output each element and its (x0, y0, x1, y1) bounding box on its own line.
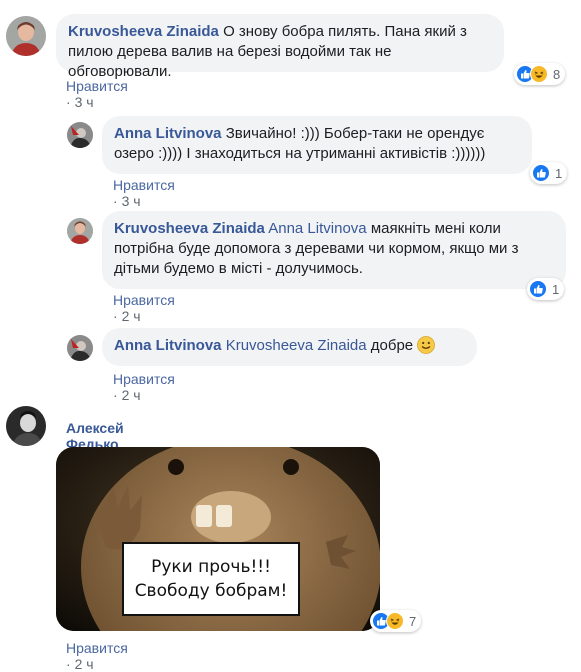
comment-author[interactable]: Kruvosheeva Zinaida (114, 220, 265, 237)
comment-timestamp[interactable]: 3 ч (75, 94, 94, 110)
haha-icon (530, 65, 548, 83)
mention-link[interactable]: Kruvosheeva Zinaida (226, 337, 367, 354)
comment-bubble: Kruvosheeva Zinaida Anna Litvinova маякн… (102, 211, 566, 289)
comment-author[interactable]: Anna Litvinova (114, 125, 222, 142)
comment-timestamp[interactable]: 3 ч (122, 193, 141, 209)
like-link[interactable]: Нравится (113, 371, 175, 387)
reaction-summary[interactable]: 7 (370, 610, 422, 632)
like-icon (529, 280, 547, 298)
image-caption: Руки прочь!!! Свободу бобрам! (122, 542, 300, 616)
like-link[interactable]: Нравится (66, 78, 128, 94)
reaction-summary[interactable]: 8 (514, 63, 566, 85)
avatar-anna-litvinova[interactable] (67, 122, 93, 148)
comment-author[interactable]: Anna Litvinova (114, 337, 222, 354)
avatar-kruvosheeva-zinaida[interactable] (6, 16, 46, 56)
comment-actions: Нравится · 2 ч (113, 371, 175, 403)
comment-actions: Нравится · 2 ч (113, 292, 175, 324)
reaction-count: 1 (555, 165, 563, 181)
like-link[interactable]: Нравится (113, 292, 175, 308)
avatar-anna-litvinova[interactable] (67, 335, 93, 361)
comment-image[interactable]: Руки прочь!!! Свободу бобрам! (56, 447, 380, 631)
comment-bubble: Kruvosheeva Zinaida О знову бобра пилять… (56, 14, 504, 80)
like-link[interactable]: Нравится (66, 640, 128, 656)
avatar-kruvosheeva-zinaida[interactable] (67, 218, 93, 244)
comment-author[interactable]: Kruvosheeva Zinaida (68, 23, 219, 40)
reaction-summary[interactable]: 1 (530, 162, 568, 184)
image-caption-line-2: Свободу бобрам! (134, 581, 288, 601)
comment-bubble: Anna Litvinova Звичайно! :))) Бобер-таки… (102, 116, 532, 174)
reaction-count: 8 (553, 66, 561, 82)
comment-timestamp[interactable]: 2 ч (75, 656, 94, 672)
reaction-summary[interactable]: 1 (527, 278, 565, 300)
comment-actions: Нравится · 3 ч (113, 177, 175, 209)
comment-actions: Нравится · 3 ч (66, 78, 128, 110)
comment-bubble: Anna Litvinova Kruvosheeva Zinaida добре (102, 328, 477, 366)
reaction-count: 1 (552, 281, 560, 297)
avatar-aleksey-fedko[interactable] (6, 406, 46, 446)
comment-timestamp[interactable]: 2 ч (122, 308, 141, 324)
comment-actions: Нравится · 2 ч (66, 640, 128, 672)
comment-timestamp[interactable]: 2 ч (122, 387, 141, 403)
reaction-count: 7 (409, 613, 417, 629)
image-caption-line-1: Руки прочь!!! (151, 557, 271, 577)
slightly-smiling-face-icon (417, 336, 436, 360)
like-link[interactable]: Нравится (113, 177, 175, 193)
haha-icon (386, 612, 404, 630)
like-icon (532, 164, 550, 182)
mention-link[interactable]: Anna Litvinova (268, 220, 366, 237)
comment-text: добре (370, 337, 414, 354)
